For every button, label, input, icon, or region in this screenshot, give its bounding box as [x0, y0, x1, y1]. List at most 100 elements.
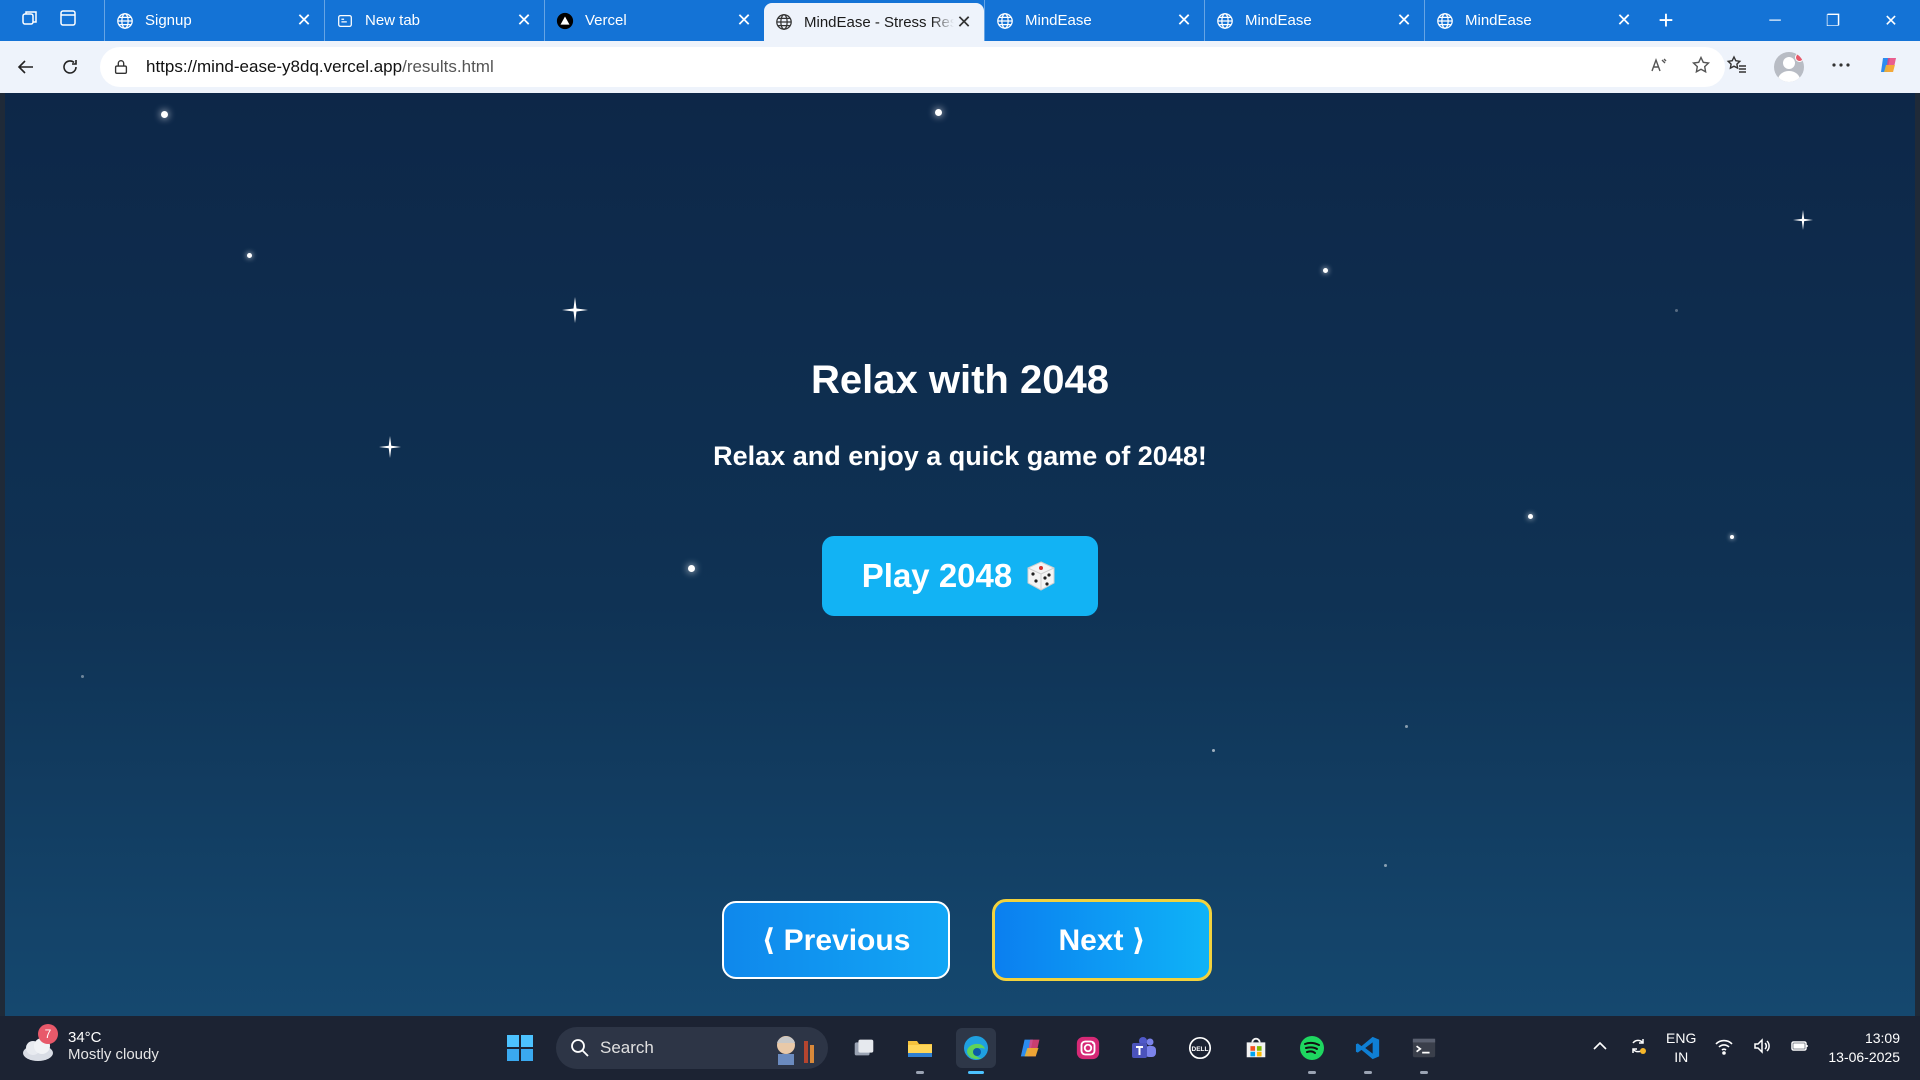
close-tab-icon[interactable]: ✕: [1174, 10, 1194, 31]
taskbar-search[interactable]: Search: [556, 1027, 828, 1069]
workspaces-icon[interactable]: [20, 8, 40, 33]
tab-new-tab[interactable]: New tab ✕: [324, 0, 544, 41]
back-arrow-icon: [17, 60, 33, 74]
sparkle-star: [1793, 210, 1813, 230]
close-tab-icon[interactable]: ✕: [734, 10, 754, 31]
cloud-icon: 7: [18, 1024, 58, 1066]
globe-icon: [1435, 11, 1455, 31]
running-indicator: [1420, 1071, 1428, 1074]
tab-strip-spacer: [1688, 0, 1746, 41]
toolbar-right: [1726, 41, 1920, 93]
microsoft-store-icon[interactable]: [1236, 1028, 1276, 1068]
url-path: /results.html: [402, 57, 494, 76]
tab-vercel[interactable]: Vercel ✕: [544, 0, 764, 41]
tab-title: MindEase: [1025, 12, 1092, 29]
start-button[interactable]: [500, 1028, 540, 1068]
address-bar-actions: [1649, 47, 1711, 87]
clock[interactable]: 13:09 13-06-2025: [1828, 1029, 1900, 1067]
wifi-icon[interactable]: [1714, 1036, 1734, 1061]
read-aloud-icon[interactable]: [1649, 55, 1669, 80]
refresh-button[interactable]: [48, 49, 92, 85]
window-icons: [0, 0, 104, 41]
copilot-icon[interactable]: [1878, 54, 1900, 81]
battery-icon[interactable]: [1790, 1036, 1810, 1061]
profile-avatar[interactable]: [1774, 52, 1804, 82]
refresh-icon: [63, 60, 77, 74]
weather-widget[interactable]: 7 34°C Mostly cloudy: [18, 1024, 159, 1066]
running-indicator: [1308, 1071, 1316, 1074]
notification-dot: [1795, 53, 1804, 62]
close-window-button[interactable]: ✕: [1862, 0, 1920, 41]
browser-toolbar: https://mind-ease-y8dq.vercel.app/result…: [0, 41, 1920, 93]
date: 13-06-2025: [1828, 1049, 1900, 1065]
star: [1528, 514, 1533, 519]
tab-title: MindEase: [1245, 12, 1312, 29]
taskbar: 7 34°C Mostly cloudy Search DELL ENG IN …: [0, 1016, 1920, 1080]
globe-icon: [774, 12, 794, 32]
minimize-button[interactable]: ─: [1746, 0, 1804, 41]
window-controls: ─ ❐ ✕: [1746, 0, 1920, 41]
region-code: IN: [1674, 1049, 1689, 1065]
address-bar[interactable]: https://mind-ease-y8dq.vercel.app/result…: [100, 47, 1725, 87]
url-host: https://mind-ease-y8dq.vercel.app: [146, 57, 403, 76]
tab-signup[interactable]: Signup ✕: [104, 0, 324, 41]
sparkle-star: [562, 297, 588, 323]
favorite-star-icon[interactable]: [1691, 55, 1711, 80]
tab-strip: Signup ✕ New tab ✕ Vercel ✕ MindEase - S…: [0, 0, 1920, 41]
star: [1675, 309, 1678, 312]
next-button[interactable]: Next ⟩: [992, 899, 1212, 981]
close-tab-icon[interactable]: ✕: [1614, 10, 1634, 31]
globe-icon: [1215, 11, 1235, 31]
language-indicator[interactable]: ENG IN: [1666, 1029, 1696, 1067]
tab-mindease[interactable]: MindEase ✕: [1424, 0, 1644, 41]
tab-mindease-active[interactable]: MindEase - Stress Res ✕: [764, 3, 984, 41]
more-options-icon[interactable]: [1830, 54, 1852, 81]
spotify-icon[interactable]: [1292, 1028, 1332, 1074]
chevron-up-icon[interactable]: [1590, 1036, 1610, 1061]
tab-title: MindEase: [1465, 12, 1532, 29]
close-tab-icon[interactable]: ✕: [514, 10, 534, 31]
edge-browser-icon[interactable]: [956, 1028, 996, 1074]
search-placeholder: Search: [600, 1038, 654, 1057]
close-tab-icon[interactable]: ✕: [294, 10, 314, 31]
favorites-icon[interactable]: [1726, 54, 1748, 81]
sync-icon[interactable]: [1628, 1036, 1648, 1061]
vertical-tabs-icon[interactable]: [58, 8, 78, 33]
teams-icon[interactable]: [1124, 1028, 1164, 1068]
close-tab-icon[interactable]: ✕: [1394, 10, 1414, 31]
restore-button[interactable]: ❐: [1804, 0, 1862, 41]
tab-mindease[interactable]: MindEase ✕: [1204, 0, 1424, 41]
taskbar-apps: Search DELL: [500, 1024, 1444, 1074]
star: [935, 109, 942, 116]
star: [1405, 725, 1408, 728]
star: [247, 253, 252, 258]
vscode-icon[interactable]: [1348, 1028, 1388, 1074]
terminal-icon[interactable]: [1404, 1028, 1444, 1074]
play-2048-button[interactable]: Play 2048: [822, 536, 1098, 616]
tab-mindease[interactable]: MindEase ✕: [984, 0, 1204, 41]
globe-icon: [995, 11, 1015, 31]
tab-title: MindEase - Stress Res: [804, 13, 954, 31]
svg-text:DELL: DELL: [1192, 1046, 1209, 1053]
instagram-icon[interactable]: [1068, 1028, 1108, 1068]
file-explorer-icon[interactable]: [900, 1028, 940, 1074]
back-button[interactable]: [4, 49, 48, 85]
page-subtitle: Relax and enjoy a quick game of 2048!: [713, 441, 1207, 471]
url-text[interactable]: https://mind-ease-y8dq.vercel.app/result…: [146, 57, 494, 77]
close-tab-icon[interactable]: ✕: [954, 12, 974, 32]
volume-icon[interactable]: [1752, 1036, 1772, 1061]
star: [1212, 749, 1215, 752]
dice-icon: [1027, 561, 1055, 591]
tab-title: Signup: [145, 12, 192, 29]
lock-icon[interactable]: [112, 58, 130, 76]
task-view-icon[interactable]: [844, 1028, 884, 1068]
system-tray: ENG IN 13:09 13-06-2025: [1590, 1016, 1900, 1080]
new-tab-button[interactable]: +: [1644, 0, 1688, 41]
star: [1730, 535, 1734, 539]
copilot-app-icon[interactable]: [1012, 1028, 1052, 1068]
dell-icon[interactable]: DELL: [1180, 1028, 1220, 1068]
star: [1323, 268, 1328, 273]
running-indicator: [916, 1071, 924, 1074]
previous-button[interactable]: ⟨ Previous: [722, 901, 950, 979]
windows-logo-icon: [507, 1035, 533, 1061]
